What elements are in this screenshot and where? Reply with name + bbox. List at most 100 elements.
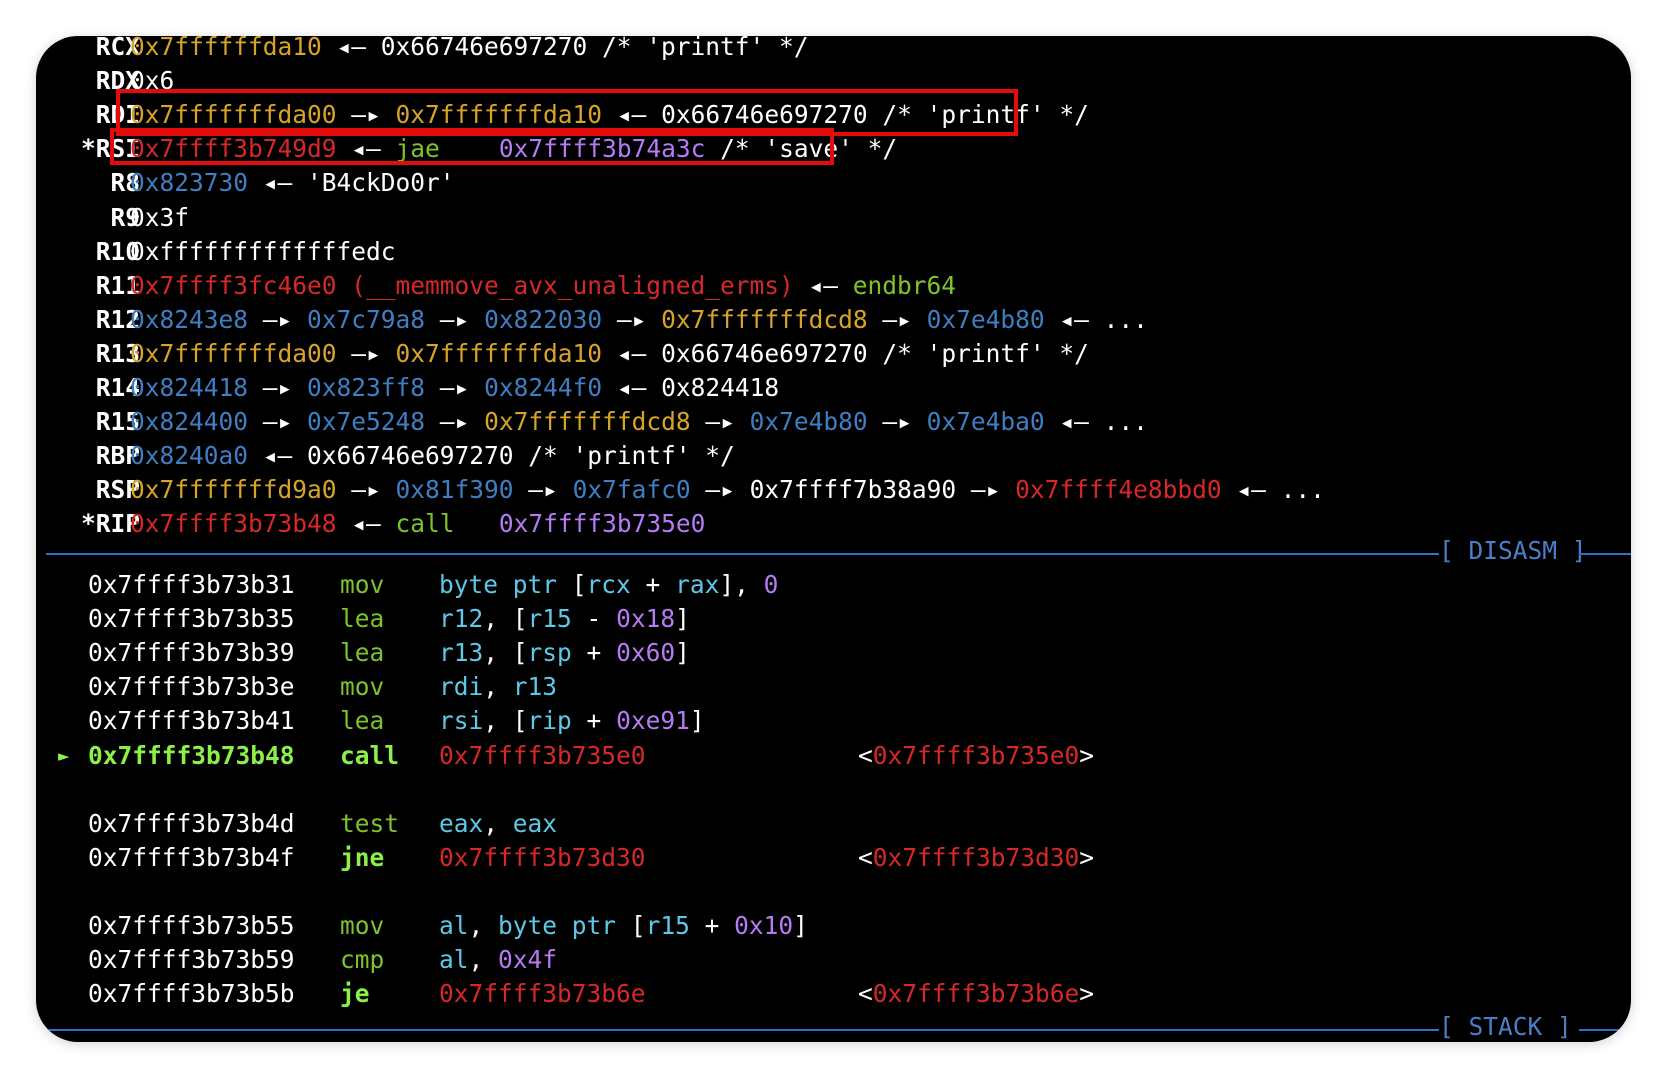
operand-token: + — [630, 570, 676, 599]
register-name: R9 — [110, 202, 140, 232]
register-value: 0x7fffffffd9a0 —▸ 0x81f390 —▸ 0x7fafc0 —… — [130, 473, 1325, 507]
disasm-row[interactable]: 0x7ffff3b73b39 lea r13, [rsp + 0x60] — [36, 636, 1631, 670]
operand-token: r13 — [512, 672, 558, 702]
value-token: 0x7fffffffd9a0 — [130, 475, 337, 505]
disasm-row[interactable]: 0x7ffff3b73b4f jne 0x7ffff3b73d30 <0x7ffff3… — [36, 841, 1631, 875]
bracket-close: > — [1079, 842, 1095, 872]
register-value: 0x3f — [130, 201, 189, 235]
register-value: 0x8243e8 —▸ 0x7c79a8 —▸ 0x822030 —▸ 0x7f… — [130, 303, 1148, 337]
instruction-operands: r13, [rsp + 0x60] — [439, 636, 690, 670]
value-token: 0x824400 — [130, 407, 249, 437]
instruction-address: 0x7ffff3b73b31 — [88, 570, 295, 599]
operand-token: 0x7ffff3b73b6e — [439, 979, 646, 1009]
disasm-row[interactable]: 0x7ffff3b73b31 mov byte ptr [rcx + rax], 0 — [36, 568, 1631, 602]
instruction-address: 0x7ffff3b73b59 — [88, 945, 295, 975]
register-name: RBP — [95, 441, 140, 471]
value-token: 0x824418 — [130, 373, 249, 402]
operand-token: [ — [616, 911, 646, 940]
register-value: 0x824418 —▸ 0x823ff8 —▸ 0x8244f0 ◂— 0x82… — [130, 371, 779, 405]
operand-token: eax — [512, 808, 558, 838]
value-token: 0x7ffff3fc46e0 (__memmove_avx_unaligned_… — [130, 270, 794, 300]
value-token: 0x7e5248 — [307, 407, 426, 437]
operand-token: rip — [527, 706, 572, 736]
branch-target[interactable]: <0x7ffff3b735e0> — [858, 739, 1094, 773]
disasm-row[interactable]: 0x7ffff3b73b35 lea r12, [r15 - 0x18] — [36, 602, 1631, 636]
value-token: 0x8240a0 — [130, 441, 249, 471]
disasm-row[interactable]: 0x7ffff3b73b4d test eax, eax — [36, 807, 1631, 841]
instruction-address: 0x7ffff3b73b4d — [88, 808, 295, 838]
value-token: —▸ — [690, 475, 750, 505]
operand-token: 0 — [763, 570, 779, 599]
disasm-row[interactable]: ► 0x7ffff3b73b48 call 0x7ffff3b735e0 <0x7fff… — [36, 739, 1631, 773]
operand-token: ] — [793, 911, 808, 940]
operand-token: , [ — [483, 604, 528, 634]
operand-token: + — [571, 638, 617, 668]
instruction-address: 0x7ffff3b73b35 — [88, 604, 295, 634]
value-token: 0x7ffff3b735e0 — [498, 509, 706, 539]
value-token: 0x7ffffffda10 — [130, 36, 322, 61]
current-instruction-marker: ► — [58, 744, 70, 767]
disasm-row[interactable]: 0x7ffff3b73b59 cmp al, 0x4f — [36, 943, 1631, 977]
value-token: 0x824418 — [661, 373, 780, 402]
stack-section-label: [ STACK ] — [1439, 1012, 1572, 1041]
value-token: 0x7fffffffdcd8 — [484, 407, 691, 437]
register-name: R13 — [95, 338, 140, 368]
instruction-address: 0x7ffff3b73b41 — [88, 706, 295, 736]
terminal-window: RCX 0x7ffffffda10 ◂— 0x66746e697270 /* 'p… — [36, 36, 1631, 1042]
operand-token: rax — [675, 570, 720, 599]
operand-token: 0x7ffff3b73d30 — [439, 842, 646, 872]
value-token: —▸ — [956, 475, 1016, 505]
value-token: endbr64 — [852, 270, 957, 300]
register-name: *RIP — [80, 509, 140, 539]
value-token: 0x7ffff7b38a90 — [749, 475, 957, 505]
instruction-mnemonic: cmp — [340, 945, 385, 975]
target-address: 0x7ffff3b73d30 — [872, 842, 1080, 872]
operand-token: 0xe91 — [616, 706, 690, 736]
value-token: —▸ — [425, 304, 485, 334]
value-token: 0x7fffffffda00 — [130, 338, 337, 368]
operand-token: eax — [439, 808, 484, 838]
operand-token: ] — [689, 706, 705, 736]
instruction-mnemonic: lea — [340, 604, 385, 634]
value-token: 0x823730 — [130, 168, 249, 198]
instruction-mnemonic: mov — [340, 672, 385, 702]
value-token: —▸ — [867, 407, 927, 437]
value-token: 0x66746e697270 /* 'printf' */ — [307, 441, 735, 471]
operand-token: , — [483, 808, 513, 838]
branch-target[interactable]: <0x7ffff3b73b6e> — [858, 977, 1094, 1011]
value-token: 0x7ffff3b73b48 — [130, 509, 337, 539]
operand-token: - — [571, 604, 617, 634]
operand-token: , — [483, 672, 513, 702]
disasm-row[interactable]: 0x7ffff3b73b3e mov rdi, r13 — [36, 670, 1631, 704]
instruction-address: 0x7ffff3b73b5b — [88, 979, 295, 1009]
register-name: R14 — [95, 373, 140, 402]
value-token: —▸ — [867, 304, 927, 334]
disasm-row[interactable]: 0x7ffff3b73b5b je 0x7ffff3b73b6e <0x7ffff3b… — [36, 977, 1631, 1011]
value-token: 0xfffffffffffffedc — [130, 236, 396, 266]
register-value: 0x8240a0 ◂— 0x66746e697270 /* 'printf' *… — [130, 439, 735, 473]
value-token: —▸ — [425, 373, 485, 402]
value-token: —▸ — [336, 338, 396, 368]
operand-token: ] — [675, 604, 690, 634]
value-token: —▸ — [336, 475, 396, 505]
value-token: —▸ — [248, 304, 308, 334]
operand-token: byte ptr — [498, 911, 617, 940]
disasm-row[interactable]: 0x7ffff3b73b55 mov al, byte ptr [r15 + 0x1… — [36, 909, 1631, 943]
value-token: 0x7fffffffda10 — [395, 338, 603, 368]
instruction-operands: 0x7ffff3b73d30 — [439, 841, 646, 875]
disasm-row[interactable]: 0x7ffff3b73b41 lea rsi, [rip + 0xe91] — [36, 704, 1631, 738]
register-name: RCX — [95, 36, 140, 61]
operand-token: , [ — [483, 638, 528, 668]
bracket-open: < — [858, 740, 873, 770]
value-token: 0x7ffff4e8bbd0 — [1015, 475, 1222, 505]
value-token: ◂— — [248, 441, 308, 471]
value-token: —▸ — [513, 475, 573, 505]
value-token: ◂— — [793, 270, 853, 300]
operand-token: rcx — [586, 570, 631, 599]
value-token — [455, 509, 499, 538]
operand-token: rdi — [439, 672, 484, 702]
instruction-operands: rdi, r13 — [439, 670, 557, 704]
instruction-operands: al, 0x4f — [439, 943, 557, 977]
instruction-mnemonic: call — [340, 740, 400, 770]
branch-target[interactable]: <0x7ffff3b73d30> — [858, 841, 1094, 875]
